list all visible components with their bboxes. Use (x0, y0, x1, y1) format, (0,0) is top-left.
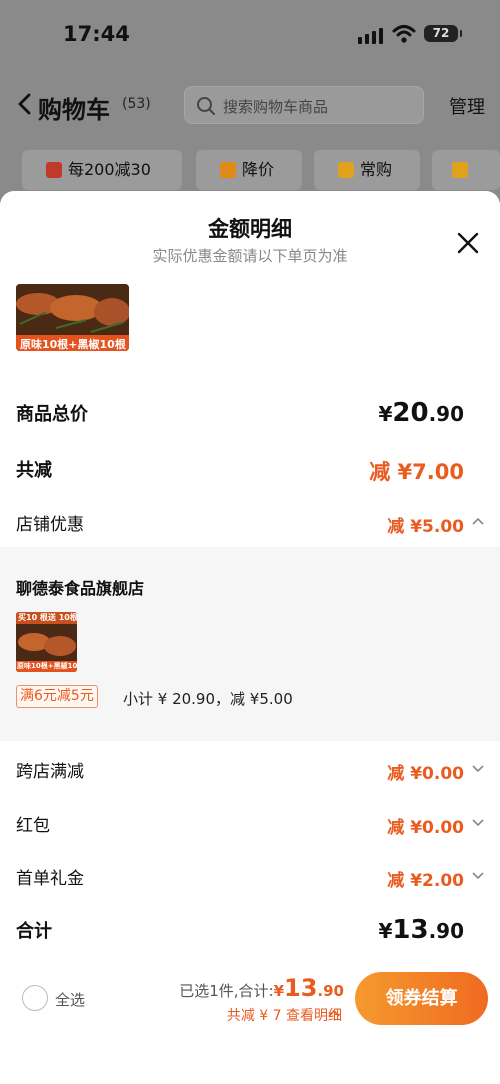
cart-icon (338, 162, 354, 178)
row-label: 跨店满减 (16, 762, 84, 782)
sheet-subtitle: 实际优惠金额请以下单页为准 (152, 247, 348, 265)
gift-icon (46, 162, 62, 178)
select-all-label[interactable]: 全选 (55, 989, 85, 1010)
select-all-radio[interactable] (22, 985, 48, 1011)
chip-label: 常购 (360, 160, 393, 179)
view-detail-link[interactable]: 共减 ¥ 7 查看明细 (227, 1005, 342, 1025)
search-placeholder: 搜索购物车商品 (223, 98, 329, 116)
sheet-title: 金额明细 (208, 217, 292, 241)
folder-icon (452, 162, 468, 178)
product-label: 原味10根+黑椒10根 (16, 335, 129, 351)
row-value: 减 ¥0.00 (387, 818, 464, 838)
cellular-signal-icon (358, 28, 383, 44)
checkout-button[interactable]: 领券结算 (355, 972, 488, 1025)
row-cross-store[interactable]: 跨店满减 减 ¥0.00 (16, 757, 484, 785)
search-icon (197, 97, 215, 115)
wifi-icon (392, 25, 416, 43)
chevron-down-icon (472, 872, 484, 880)
chevron-down-icon (472, 765, 484, 773)
row-label: 合计 (16, 921, 52, 942)
row-sum: 合计 ¥13.90 (16, 915, 484, 949)
chevron-up-icon (328, 1009, 340, 1017)
row-label: 首单礼金 (16, 869, 84, 889)
chevron-down-icon (472, 819, 484, 827)
shop-name: 聊德泰食品旗舰店 (16, 579, 145, 598)
product-thumbnail: 原味10根+黑椒10根 (16, 284, 129, 351)
row-label: 红包 (16, 816, 50, 836)
back-arrow-icon[interactable] (16, 92, 34, 116)
row-value: 减 ¥0.00 (387, 764, 464, 784)
row-value: ¥13.90 (378, 915, 464, 945)
row-store-discount[interactable]: 店铺优惠 减 ¥5.00 (16, 510, 484, 538)
amount-detail-sheet: 金额明细 实际优惠金额请以下单页为准 原味10根+黑椒10根 商品总价 ¥20.… (0, 191, 500, 1084)
chip-folder[interactable] (432, 150, 500, 190)
arrow-down-icon (220, 162, 236, 178)
close-icon[interactable] (456, 231, 480, 255)
row-value: ¥20.90 (378, 398, 464, 428)
cart-header: 购物车 (53) 搜索购物车商品 管理 (0, 82, 500, 128)
row-value: 减 ¥5.00 (387, 517, 464, 537)
chip-label: 降价 (242, 160, 275, 179)
row-red-packet[interactable]: 红包 减 ¥0.00 (16, 811, 484, 839)
thumb-top-text: 买10 根送 10根 (18, 613, 77, 622)
status-bar: 17:44 72 (0, 22, 500, 52)
chip-price-drop[interactable]: 降价 (196, 150, 302, 190)
shop-product-thumbnail: 买10 根送 10根 原味10根+黑椒10根 (16, 612, 77, 672)
checkout-bar: 全选 已选1件,合计:¥13.90 共减 ¥ 7 查看明细 领券结算 (0, 956, 500, 1084)
thumb-bottom-text: 原味10根+黑椒10根 (17, 662, 77, 670)
manage-button[interactable]: 管理 (449, 93, 485, 119)
row-value: 减 ¥7.00 (369, 460, 464, 484)
chevron-up-icon (472, 517, 484, 525)
row-value: 减 ¥2.00 (387, 871, 464, 891)
cart-count: (53) (122, 96, 151, 112)
shop-subtotal: 小计 ¥ 20.90，减 ¥5.00 (123, 690, 293, 708)
shop-discount-panel: 聊德泰食品旗舰店 买10 根送 10根 原味10根+黑椒10根 满6元减5元 小… (0, 547, 500, 741)
coupon-badge: 满6元减5元 (16, 685, 98, 708)
row-total-discount: 共减 减 ¥7.00 (16, 456, 484, 488)
page-title: 购物车 (38, 96, 110, 124)
filter-chips: 每200减30 降价 常购 (22, 150, 500, 190)
status-time: 17:44 (63, 22, 130, 46)
row-label: 共减 (16, 460, 52, 481)
battery-icon: 72 (424, 25, 462, 42)
search-input[interactable]: 搜索购物车商品 (184, 86, 424, 124)
row-label: 店铺优惠 (16, 515, 84, 535)
selected-summary: 已选1件,合计:¥13.90 (179, 974, 344, 1002)
row-first-order[interactable]: 首单礼金 减 ¥2.00 (16, 864, 484, 892)
chip-frequent[interactable]: 常购 (314, 150, 420, 190)
chip-discount[interactable]: 每200减30 (22, 150, 182, 190)
chip-label: 每200减30 (68, 160, 151, 179)
row-total-price: 商品总价 ¥20.90 (16, 398, 484, 432)
row-label: 商品总价 (16, 404, 88, 425)
